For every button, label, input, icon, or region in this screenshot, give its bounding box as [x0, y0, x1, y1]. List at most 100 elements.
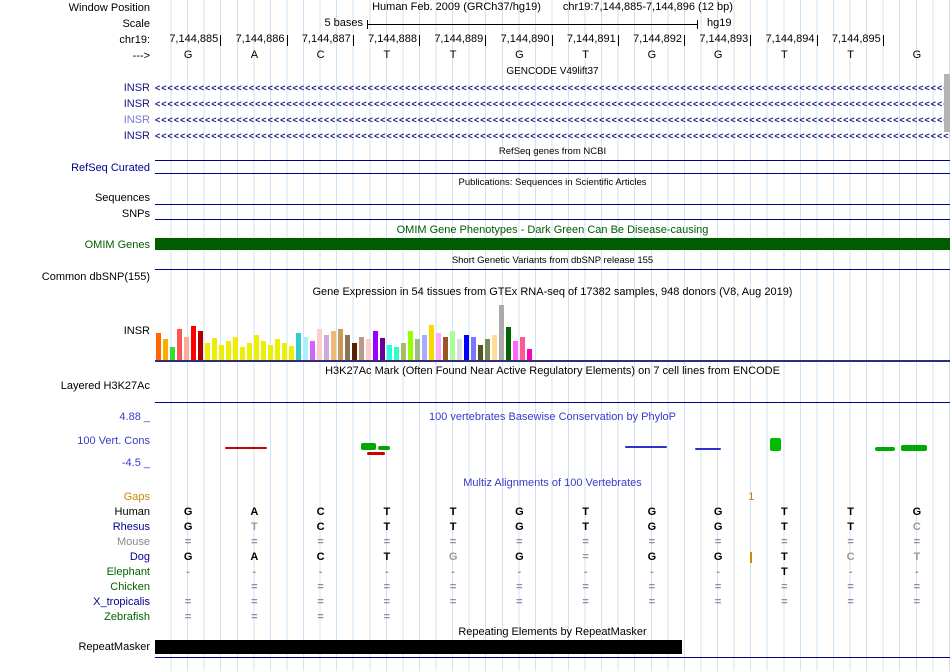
scrollbar-thumb[interactable]: [944, 74, 950, 132]
alignment-base[interactable]: =: [553, 595, 619, 610]
gtex-expression-bar[interactable]: [205, 343, 210, 360]
gtex-expression-bar[interactable]: [226, 341, 231, 360]
alignment-base[interactable]: =: [818, 580, 884, 595]
species-label-rhesus[interactable]: Rhesus: [0, 520, 150, 535]
gtex-expression-bar[interactable]: [303, 337, 308, 360]
gtex-expression-bar[interactable]: [527, 349, 532, 360]
track-label-gtex-gene[interactable]: INSR: [0, 325, 150, 338]
alignment-base[interactable]: G: [155, 550, 221, 565]
alignment-base[interactable]: =: [420, 535, 486, 550]
alignment-base[interactable]: T: [751, 505, 817, 520]
alignment-base[interactable]: -: [486, 565, 552, 580]
gtex-expression-bar[interactable]: [198, 331, 203, 360]
species-label-zebrafish[interactable]: Zebrafish: [0, 610, 150, 625]
gtex-expression-bar[interactable]: [429, 325, 434, 360]
alignment-base[interactable]: T: [751, 565, 817, 580]
gtex-expression-bar[interactable]: [471, 337, 476, 360]
repeatmasker-bar[interactable]: [155, 640, 682, 654]
alignment-base[interactable]: T: [818, 505, 884, 520]
alignment-base[interactable]: =: [751, 580, 817, 595]
gtex-expression-bar[interactable]: [380, 338, 385, 360]
gtex-expression-bar[interactable]: [499, 305, 504, 360]
alignment-base[interactable]: =: [818, 535, 884, 550]
alignment-base[interactable]: G: [420, 550, 486, 565]
gtex-expression-bar[interactable]: [450, 331, 455, 360]
gtex-expression-bar[interactable]: [492, 335, 497, 360]
species-label-chicken[interactable]: Chicken: [0, 580, 150, 595]
track-label-omim[interactable]: OMIM Genes: [0, 239, 150, 251]
gtex-expression-bar[interactable]: [373, 331, 378, 360]
gtex-expression-bar[interactable]: [408, 331, 413, 360]
alignment-base[interactable]: =: [884, 580, 950, 595]
species-label-mouse[interactable]: Mouse: [0, 535, 150, 550]
alignment-base[interactable]: G: [884, 505, 950, 520]
alignment-base[interactable]: =: [288, 595, 354, 610]
transcript-exon-arrows[interactable]: <<<<<<<<<<<<<<<<<<<<<<<<<<<<<<<<<<<<<<<<…: [155, 128, 950, 144]
gtex-expression-bar[interactable]: [422, 335, 427, 360]
gtex-expression-bar[interactable]: [338, 329, 343, 360]
alignment-base[interactable]: =: [354, 595, 420, 610]
alignment-base[interactable]: -: [553, 565, 619, 580]
alignment-base[interactable]: G: [685, 550, 751, 565]
gtex-bar-chart[interactable]: [156, 300, 950, 360]
alignment-base[interactable]: =: [486, 535, 552, 550]
gtex-expression-bar[interactable]: [296, 333, 301, 360]
gene-label-insr[interactable]: INSR: [0, 128, 150, 144]
gtex-expression-bar[interactable]: [156, 333, 161, 360]
alignment-base[interactable]: G: [486, 550, 552, 565]
alignment-base[interactable]: =: [486, 580, 552, 595]
alignment-base[interactable]: =: [420, 595, 486, 610]
track-label-sequences[interactable]: Sequences: [0, 192, 150, 205]
alignment-base[interactable]: T: [553, 505, 619, 520]
species-label-human[interactable]: Human: [0, 505, 150, 520]
species-label-elephant[interactable]: Elephant: [0, 565, 150, 580]
gtex-expression-bar[interactable]: [345, 335, 350, 360]
alignment-base[interactable]: G: [486, 505, 552, 520]
gtex-expression-bar[interactable]: [163, 339, 168, 360]
gene-label-insr[interactable]: INSR: [0, 96, 150, 112]
gtex-expression-bar[interactable]: [506, 327, 511, 360]
track-label-h3k27ac[interactable]: Layered H3K27Ac: [0, 380, 150, 393]
track-label-snps[interactable]: SNPs: [0, 208, 150, 221]
alignment-base[interactable]: G: [619, 505, 685, 520]
alignment-base[interactable]: -: [155, 565, 221, 580]
alignment-base[interactable]: -: [685, 565, 751, 580]
gtex-expression-bar[interactable]: [415, 339, 420, 360]
gtex-expression-bar[interactable]: [331, 331, 336, 360]
alignment-base[interactable]: T: [420, 520, 486, 535]
alignment-base[interactable]: =: [619, 535, 685, 550]
alignment-base[interactable]: -: [619, 565, 685, 580]
alignment-base[interactable]: -: [420, 565, 486, 580]
alignment-base[interactable]: C: [288, 550, 354, 565]
alignment-base[interactable]: =: [420, 580, 486, 595]
alignment-base[interactable]: G: [685, 520, 751, 535]
alignment-base[interactable]: T: [354, 550, 420, 565]
gtex-expression-bar[interactable]: [520, 337, 525, 360]
alignment-base[interactable]: =: [619, 595, 685, 610]
gtex-expression-bar[interactable]: [394, 347, 399, 360]
alignment-base[interactable]: T: [553, 520, 619, 535]
gtex-expression-bar[interactable]: [478, 345, 483, 360]
alignment-base[interactable]: =: [288, 610, 354, 625]
alignment-base[interactable]: T: [751, 550, 817, 565]
gtex-expression-bar[interactable]: [247, 343, 252, 360]
gtex-expression-bar[interactable]: [359, 337, 364, 360]
alignment-base[interactable]: =: [155, 610, 221, 625]
gtex-expression-bar[interactable]: [464, 335, 469, 360]
alignment-base[interactable]: T: [354, 520, 420, 535]
alignment-base[interactable]: =: [155, 595, 221, 610]
alignment-base[interactable]: T: [751, 520, 817, 535]
gtex-expression-bar[interactable]: [254, 335, 259, 360]
gtex-expression-bar[interactable]: [219, 345, 224, 360]
alignment-base[interactable]: =: [553, 580, 619, 595]
alignment-base[interactable]: C: [288, 520, 354, 535]
alignment-base[interactable]: T: [420, 505, 486, 520]
alignment-base[interactable]: =: [221, 610, 287, 625]
gtex-expression-bar[interactable]: [177, 329, 182, 360]
track-label-refseq[interactable]: RefSeq Curated: [0, 162, 150, 175]
alignment-base[interactable]: =: [354, 580, 420, 595]
alignment-base[interactable]: =: [818, 595, 884, 610]
gtex-expression-bar[interactable]: [387, 345, 392, 360]
track-label-phylop[interactable]: 100 Vert. Cons: [0, 435, 150, 448]
omim-gene-bar[interactable]: [155, 238, 950, 250]
